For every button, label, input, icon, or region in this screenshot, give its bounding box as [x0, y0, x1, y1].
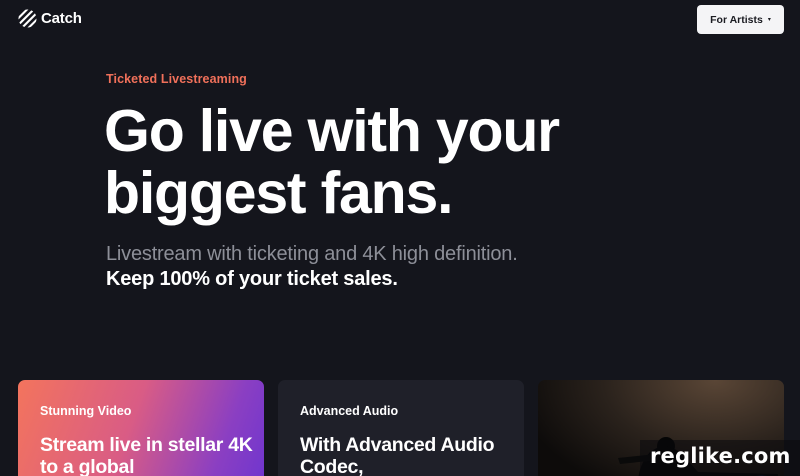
hero-headline: Go live with your biggest fans. [104, 98, 560, 226]
feature-card-video[interactable]: Stunning Video Stream live in stellar 4K… [18, 380, 264, 476]
feature-card-audio[interactable]: Advanced Audio With Advanced Audio Codec… [278, 380, 524, 476]
feature-card-eyebrow: Advanced Audio [300, 404, 399, 418]
watermark: reglike.com [650, 444, 791, 468]
catch-logo-icon [18, 9, 37, 28]
feature-card-title: With Advanced Audio Codec, [300, 434, 495, 476]
hero-subline-secondary: Keep 100% of your ticket sales. [106, 268, 398, 290]
for-artists-label: For Artists [710, 13, 763, 26]
caret-down-icon: ▾ [767, 16, 771, 23]
hero-eyebrow: Ticketed Livestreaming [106, 72, 247, 86]
brand-logo[interactable]: Catch [18, 9, 82, 28]
brand-name: Catch [41, 10, 82, 27]
hero-subline-primary: Livestream with ticketing and 4K high de… [106, 243, 518, 265]
feature-card-eyebrow: Stunning Video [40, 404, 132, 418]
for-artists-button[interactable]: For Artists ▾ [697, 5, 784, 34]
landing-page: Catch For Artists ▾ Ticketed Livestreami… [0, 0, 800, 476]
feature-card-title: Stream live in stellar 4K to a global [40, 434, 253, 476]
